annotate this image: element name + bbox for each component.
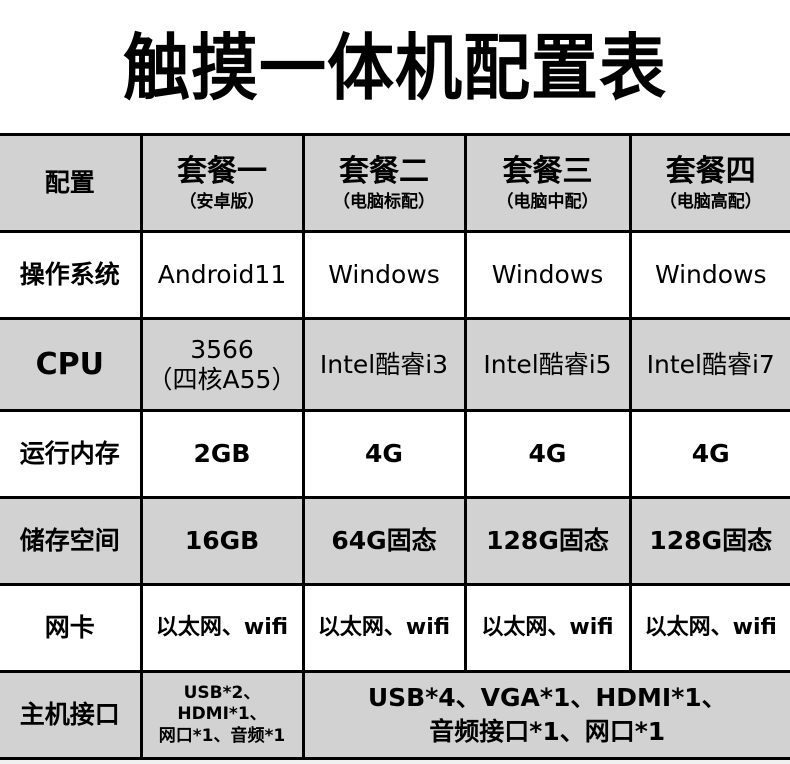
table-header-row: 配置 套餐一 （安卓版） 套餐二 （电脑标配） 套餐三 （电脑中配） 套餐四 （…: [0, 133, 790, 233]
cell-network-package-two: 以太网、wifi: [301, 583, 465, 673]
package-three-name: 套餐三: [502, 154, 593, 190]
package-one-sub: （安卓版）: [179, 191, 265, 212]
cell-os-package-two: Windows: [301, 230, 465, 320]
table-row-memory: 运行内存 2GB 4G 4G 4G: [0, 409, 790, 499]
title-band: 触摸一体机配置表: [0, 0, 790, 133]
table-row-network-card: 网卡 以太网、wifi 以太网、wifi 以太网、wifi 以太网、wifi: [0, 583, 790, 673]
package-three-sub: （电脑中配）: [496, 191, 599, 212]
cell-network-package-one: 以太网、wifi: [139, 583, 303, 673]
row-label-operating-system: 操作系统: [0, 230, 141, 320]
page-title: 触摸一体机配置表: [123, 26, 667, 111]
cell-cpu-package-two: Intel酷睿i3: [301, 317, 465, 412]
cell-memory-package-four: 4G: [628, 409, 790, 499]
row-label-memory: 运行内存: [0, 409, 141, 499]
header-label-config: 配置: [44, 168, 95, 198]
cell-cpu-package-four: Intel酷睿i7: [628, 317, 790, 412]
table-row-storage: 储存空间 16GB 64G固态 128G固态 128G固态: [0, 496, 790, 586]
package-four-sub: （电脑高配）: [659, 191, 762, 212]
header-cell-package-one: 套餐一 （安卓版）: [139, 133, 303, 233]
cell-os-package-four: Windows: [628, 230, 790, 320]
table-row-host-ports: 主机接口 USB*2、HDMI*1、 网口*1、音频*1 USB*4、VGA*1…: [0, 670, 790, 760]
header-cell-package-three: 套餐三 （电脑中配）: [463, 133, 630, 233]
header-cell-package-four: 套餐四 （电脑高配）: [628, 133, 790, 233]
cell-ports-package-one: USB*2、HDMI*1、 网口*1、音频*1: [139, 670, 303, 760]
configuration-table-page: 触摸一体机配置表 配置 套餐一 （安卓版） 套餐二 （电脑标配） 套餐三 （电脑…: [0, 0, 790, 764]
cell-network-package-three: 以太网、wifi: [463, 583, 630, 673]
cell-cpu-package-one: 3566 （四核A55）: [139, 317, 303, 412]
row-label-host-ports: 主机接口: [0, 670, 141, 760]
cell-storage-package-two: 64G固态: [301, 496, 465, 586]
row-label-storage: 储存空间: [0, 496, 141, 586]
cell-cpu-package-three: Intel酷睿i5: [463, 317, 630, 412]
row-label-network-card: 网卡: [0, 583, 141, 673]
cell-storage-package-three: 128G固态: [463, 496, 630, 586]
specs-table: 配置 套餐一 （安卓版） 套餐二 （电脑标配） 套餐三 （电脑中配） 套餐四 （…: [0, 133, 790, 760]
table-row-operating-system: 操作系统 Android11 Windows Windows Windows: [0, 230, 790, 320]
cell-storage-package-four: 128G固态: [628, 496, 790, 586]
row-label-cpu: CPU: [0, 317, 141, 412]
cell-storage-package-one: 16GB: [139, 496, 303, 586]
package-two-sub: （电脑标配）: [333, 191, 435, 212]
cell-memory-package-one: 2GB: [139, 409, 303, 499]
cell-memory-package-three: 4G: [463, 409, 630, 499]
cell-network-package-four: 以太网、wifi: [628, 583, 790, 673]
package-four-name: 套餐四: [665, 154, 756, 190]
package-one-name: 套餐一: [177, 154, 267, 190]
cell-memory-package-two: 4G: [301, 409, 465, 499]
header-cell-config: 配置: [0, 133, 141, 233]
cell-os-package-one: Android11: [139, 230, 303, 320]
table-row-cpu: CPU 3566 （四核A55） Intel酷睿i3 Intel酷睿i5 Int…: [0, 317, 790, 412]
package-two-name: 套餐二: [339, 154, 429, 190]
cell-cpu-package-one-detail: （四核A55）: [147, 365, 297, 394]
header-cell-package-two: 套餐二 （电脑标配）: [301, 133, 465, 233]
cell-os-package-three: Windows: [463, 230, 630, 320]
cell-ports-merged-packages: USB*4、VGA*1、HDMI*1、 音频接口*1、网口*1: [301, 670, 790, 760]
